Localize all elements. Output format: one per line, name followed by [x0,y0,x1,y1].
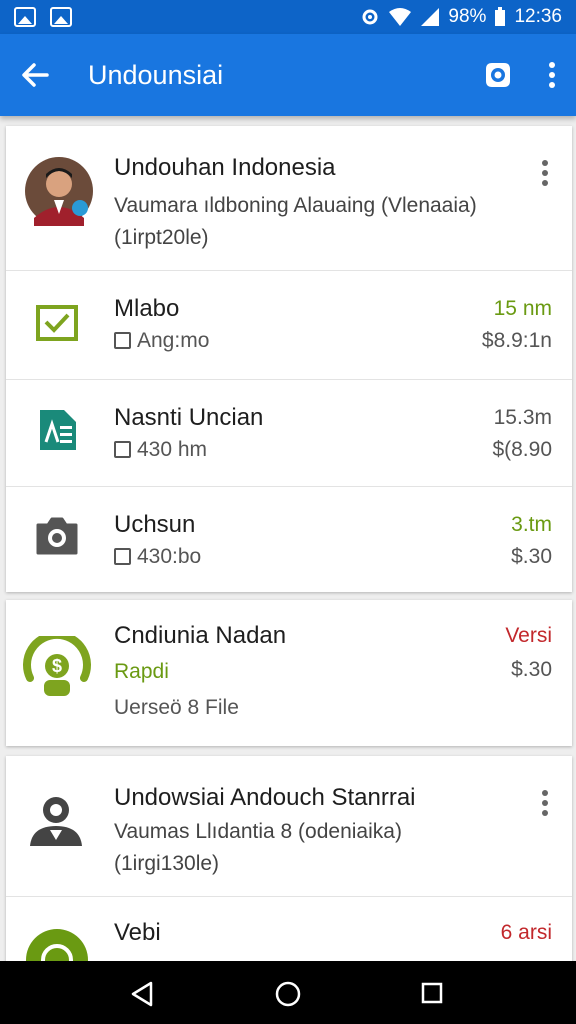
item-time: 3.tm [511,513,552,536]
person-icon [30,797,82,846]
list-item[interactable]: Nasnti Uncian 430 hm 15.3m $(8.90 [6,380,572,486]
item-price: $.30 [511,658,552,681]
version-badge: 6 arsi [500,921,552,944]
item-sub: 430 hm [114,438,207,462]
image-notification-icon [14,7,36,27]
page-title: Undounsiai [88,59,224,90]
navigation-bar [0,961,576,1024]
screen: 98% 12:36 Undounsiai Undouhan Indonesia … [0,0,576,1024]
recents-nav-icon[interactable] [421,982,443,1004]
card-meta: (1irpt20le) [114,226,209,249]
clock: 12:36 [514,6,562,27]
item-price: $(8.90 [492,438,552,461]
refresh-icon [26,929,88,962]
download-card: Undouhan Indonesia Vaumara ıldboning Ala… [6,126,572,592]
item-price: $.30 [511,545,552,568]
gear-status-icon [362,9,378,25]
card-header[interactable]: Undouhan Indonesia Vaumara ıldboning Ala… [6,126,572,270]
item-title: Vebi [114,919,161,946]
card-sub: Uerseö 8 File [114,696,239,719]
checkbox-icon [114,548,131,565]
card-title: Cndiunia Nadan [114,622,287,649]
item-title: Uchsun [114,511,196,538]
back-nav-icon[interactable] [130,981,154,1007]
card-subtitle: Vaumara ıldboning Alauaing (Vlenaaia) [114,194,477,217]
signal-icon [421,8,440,26]
app-bar: Undounsiai [0,34,576,116]
back-arrow-icon[interactable] [20,60,50,90]
cloud-notification-icon [50,7,72,27]
wifi-icon [389,8,412,26]
item-sub: Ang:mo [114,329,209,353]
version-badge: Versi [505,624,552,647]
card-subtitle: Vaumas Llıdantia 8 (οdeniaika) [114,820,402,843]
status-text: Rapdi [114,660,169,683]
home-nav-icon[interactable] [275,981,301,1007]
item-title: Mlabo [114,295,180,322]
camera-icon [36,517,78,555]
item-time: 15 nm [493,297,552,320]
svg-text:$: $ [52,656,62,676]
list-item[interactable]: Uchsun 430:bo 3.tm $.30 [6,487,572,592]
card-menu-icon[interactable] [541,790,549,816]
status-bar: 98% 12:36 [0,0,576,34]
money-download-icon: $ [23,636,91,696]
card-menu-icon[interactable] [541,160,549,186]
item-sub: 430:bo [114,545,201,569]
avatar [25,157,93,226]
document-icon [40,410,76,450]
card-title: Undouhan Indonesia [114,154,336,181]
item-title: Nasnti Uncian [114,404,264,431]
card-header[interactable]: Undowsiai Andouch Stanrrai Vaumas Llıdan… [6,756,572,896]
camera-lens-icon[interactable] [482,59,514,91]
checkbox-icon [114,441,131,458]
download-card-2: Undowsiai Andouch Stanrrai Vaumas Llıdan… [6,756,572,962]
checkbox-icon [114,332,131,349]
battery-percent: 98% [448,6,487,27]
card-title: Undowsiai Andouch Stanrrai [114,784,416,811]
version-card[interactable]: $ Cndiunia Nadan Rapdi Uerseö 8 File Ver… [6,600,572,746]
more-options-icon[interactable] [548,61,556,89]
list-item[interactable]: Vebi 6 arsi [6,897,572,962]
item-price: $8.9:1n [481,329,552,352]
item-time: 15.3m [493,406,552,429]
checkbox-checked-icon [36,305,78,341]
card-meta: (1irgi130le) [114,852,220,875]
battery-icon [495,7,506,26]
list-item[interactable]: Mlabo Ang:mo 15 nm $8.9:1n [6,271,572,379]
